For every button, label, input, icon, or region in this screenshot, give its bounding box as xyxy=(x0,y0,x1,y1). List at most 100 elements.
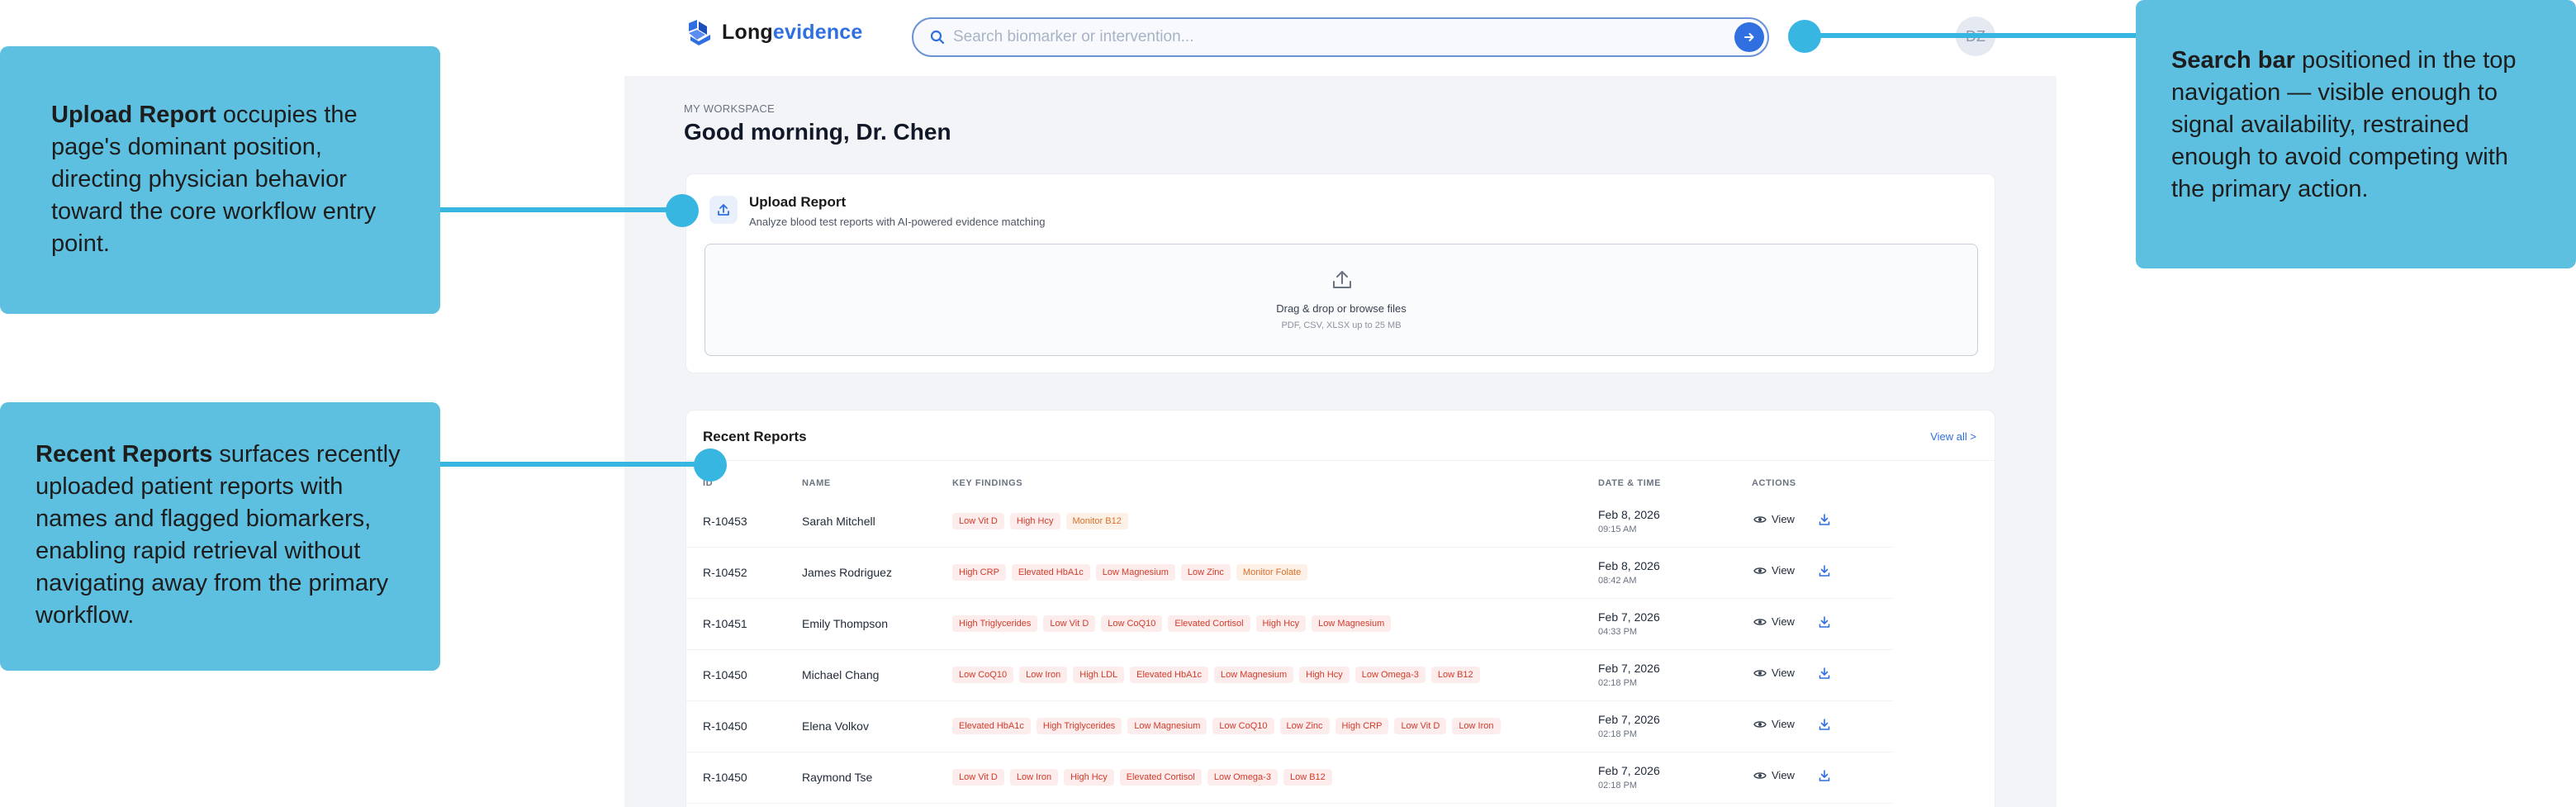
report-id: R-10450 xyxy=(703,719,747,733)
report-id: R-10451 xyxy=(703,617,747,630)
workspace-eyebrow: MY WORKSPACE xyxy=(684,102,776,115)
annotation-search-connector xyxy=(1817,33,2136,38)
finding-badge: Low Iron xyxy=(1452,718,1501,734)
search-submit-button[interactable] xyxy=(1734,22,1764,52)
finding-badge: Low Magnesium xyxy=(1095,564,1175,581)
search-icon xyxy=(930,30,945,45)
patient-name: Elena Volkov xyxy=(802,719,869,733)
table-row[interactable]: R-10451 Emily Thompson High Triglycerides L… xyxy=(686,599,1892,650)
column-header-name: NAME xyxy=(802,478,831,488)
finding-badge: Elevated Cortisol xyxy=(1168,615,1250,632)
workspace-panel: MY WORKSPACE Good morning, Dr. Chen Uplo… xyxy=(624,76,2057,807)
report-time: 09:15 AM xyxy=(1598,525,1637,534)
key-findings: Low Vit D High Hcy Monitor B12 xyxy=(952,513,1128,529)
eye-icon xyxy=(1753,669,1767,676)
report-date: Feb 7, 2026 xyxy=(1598,610,1660,624)
upload-report-card: Upload Report Analyze blood test reports… xyxy=(686,173,1995,373)
logo-wordmark: Longevidence xyxy=(722,20,863,44)
finding-badge: Low Zinc xyxy=(1180,564,1231,581)
report-date: Feb 7, 2026 xyxy=(1598,764,1660,777)
view-label: View xyxy=(1772,615,1795,628)
table-row[interactable]: R-10453 Sarah Mitchell Low Vit D High Hcy Mo… xyxy=(686,496,1892,548)
table-row[interactable]: R-10450 Raymond Tse Low Vit D Low Iron High … xyxy=(686,752,1892,804)
dropzone-hint: PDF, CSV, XLSX up to 25 MB xyxy=(1281,320,1402,330)
finding-badge: High Hcy xyxy=(1299,667,1350,683)
view-button[interactable]: View xyxy=(1753,615,1795,628)
annotation-search-bar: Search bar positioned in the top navigat… xyxy=(2136,0,2576,268)
download-button[interactable] xyxy=(1818,615,1831,633)
finding-badge: Low Zinc xyxy=(1279,718,1330,734)
finding-badge: Low CoQ10 xyxy=(1101,615,1163,632)
finding-badge: High Hcy xyxy=(1064,769,1114,786)
annotation-recent-bold: Recent Reports xyxy=(36,441,213,468)
patient-name: James Rodriguez xyxy=(802,566,892,579)
view-label: View xyxy=(1772,564,1795,577)
finding-badge: Monitor B12 xyxy=(1065,513,1128,529)
report-id: R-10450 xyxy=(703,668,747,681)
report-id: R-10450 xyxy=(703,771,747,784)
key-findings: Low Vit D Low Iron High Hcy Elevated Cortis… xyxy=(952,769,1332,786)
finding-badge: Low CoQ10 xyxy=(952,667,1014,683)
download-button[interactable] xyxy=(1818,513,1831,530)
annotation-upload-report: Upload Report occupies the page's domina… xyxy=(0,46,440,314)
report-date: Feb 7, 2026 xyxy=(1598,662,1660,675)
table-row[interactable]: R-10450 Michael Chang Low CoQ10 Low Iron Hig… xyxy=(686,650,1892,701)
divider xyxy=(686,460,1995,461)
column-header-findings: KEY FINDINGS xyxy=(952,478,1023,488)
finding-badge: Low B12 xyxy=(1430,667,1480,683)
view-all-link[interactable]: View all > xyxy=(1930,430,1976,443)
view-button[interactable]: View xyxy=(1753,718,1795,730)
report-time: 04:33 PM xyxy=(1598,627,1638,637)
annotation-recent-text: surfaces recently uploaded patient repor… xyxy=(36,441,401,629)
view-button[interactable]: View xyxy=(1753,564,1795,577)
download-button[interactable] xyxy=(1818,718,1831,735)
patient-name: Emily Thompson xyxy=(802,617,889,630)
eye-icon xyxy=(1753,720,1767,728)
page: Longevidence DZ MY WORKSPACE Good mornin… xyxy=(0,0,2576,807)
patient-name: Raymond Tse xyxy=(802,771,873,784)
report-date: Feb 8, 2026 xyxy=(1598,559,1660,572)
arrow-right-icon xyxy=(1744,33,1754,41)
upload-card-icon xyxy=(709,196,738,224)
finding-badge: Elevated HbA1c xyxy=(1011,564,1090,581)
download-button[interactable] xyxy=(1818,667,1831,684)
download-icon xyxy=(1819,565,1830,577)
finding-badge: Low Vit D xyxy=(952,769,1004,786)
view-label: View xyxy=(1772,513,1795,525)
finding-badge: Low Iron xyxy=(1009,769,1059,786)
view-button[interactable]: View xyxy=(1753,513,1795,525)
report-id: R-10452 xyxy=(703,566,747,579)
annotation-upload-bold: Upload Report xyxy=(51,102,216,128)
view-label: View xyxy=(1772,769,1795,781)
view-button[interactable]: View xyxy=(1753,667,1795,679)
key-findings: Low CoQ10 Low Iron High LDL Elevated HbA1c L… xyxy=(952,667,1480,683)
table-row[interactable]: R-10450 Elena Volkov Elevated HbA1c High Tr… xyxy=(686,701,1892,752)
search-bar[interactable] xyxy=(912,17,1769,57)
annotation-recent-reports: Recent Reports surfaces recently uploade… xyxy=(0,402,440,671)
eye-icon xyxy=(1753,567,1767,574)
view-button[interactable]: View xyxy=(1753,769,1795,781)
report-date: Feb 8, 2026 xyxy=(1598,508,1660,521)
patient-name: Michael Chang xyxy=(802,668,880,681)
report-time: 02:18 PM xyxy=(1598,781,1638,790)
table-row[interactable]: R-10452 James Rodriguez High CRP Elevated H… xyxy=(686,548,1892,599)
app-logo[interactable]: Longevidence xyxy=(686,18,863,46)
dropzone-label: Drag & drop or browse files xyxy=(1276,302,1407,315)
annotation-upload-marker xyxy=(666,194,699,227)
finding-badge: Low Omega-3 xyxy=(1354,667,1426,683)
search-input[interactable] xyxy=(953,28,1696,46)
download-button[interactable] xyxy=(1818,769,1831,786)
finding-badge: Low Iron xyxy=(1019,667,1068,683)
finding-badge: Low Omega-3 xyxy=(1207,769,1278,786)
upload-subtitle: Analyze blood test reports with AI-power… xyxy=(749,216,1046,228)
finding-badge: High CRP xyxy=(1335,718,1389,734)
file-dropzone[interactable]: Drag & drop or browse files PDF, CSV, XL… xyxy=(704,244,1978,356)
download-button[interactable] xyxy=(1818,564,1831,582)
report-time: 02:18 PM xyxy=(1598,729,1638,739)
view-label: View xyxy=(1772,718,1795,730)
finding-badge: Elevated HbA1c xyxy=(952,718,1031,734)
finding-badge: High Triglycerides xyxy=(952,615,1038,632)
annotation-recent-marker xyxy=(694,449,727,482)
finding-badge: Low B12 xyxy=(1283,769,1332,786)
upload-icon xyxy=(1333,271,1351,288)
